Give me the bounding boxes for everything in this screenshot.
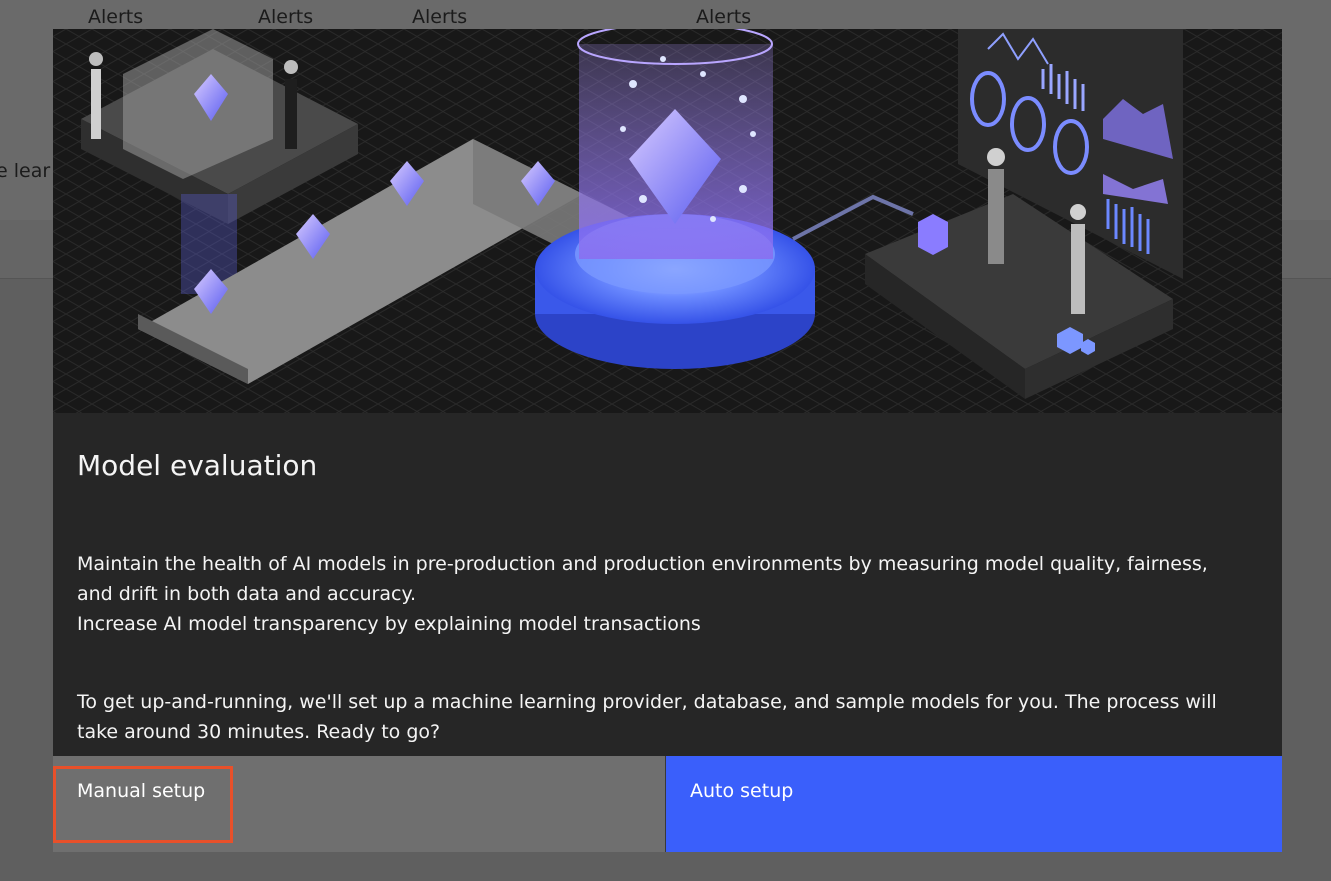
description-line-2: Increase AI model transparency by explai… <box>77 613 701 635</box>
highlight-box <box>53 766 233 843</box>
modal-footer: Manual setup Auto setup <box>53 756 1282 852</box>
hero-illustration <box>53 29 1282 413</box>
manual-setup-button[interactable]: Manual setup <box>53 756 666 852</box>
auto-setup-label: Auto setup <box>690 780 794 802</box>
isometric-illustration-icon <box>53 29 1282 413</box>
modal-title: Model evaluation <box>77 449 318 482</box>
manual-setup-label: Manual setup <box>77 780 206 802</box>
background-partial-text: e lear <box>0 160 51 182</box>
auto-setup-button[interactable]: Auto setup <box>666 756 1282 852</box>
background-alerts-label: Alerts <box>88 6 144 28</box>
background-alerts-label: Alerts <box>412 6 468 28</box>
background-alerts-label: Alerts <box>696 6 752 28</box>
modal-description: Maintain the health of AI models in pre-… <box>77 549 1247 639</box>
setup-note: To get up-and-running, we'll set up a ma… <box>77 691 1217 743</box>
description-line-1: Maintain the health of AI models in pre-… <box>77 553 1208 605</box>
background-alerts-label: Alerts <box>258 6 314 28</box>
model-evaluation-modal: Model evaluation Maintain the health of … <box>53 29 1282 852</box>
